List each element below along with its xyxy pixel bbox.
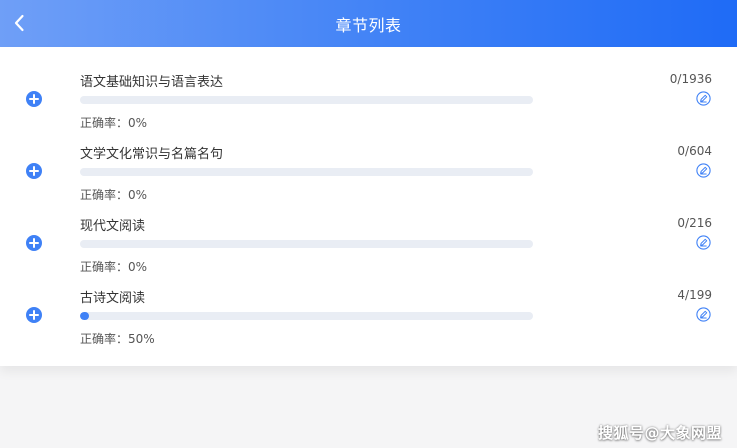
header-bar: 章节列表 — [0, 0, 737, 47]
pencil-circle-icon[interactable] — [696, 163, 711, 178]
chapter-row[interactable]: 现代文阅读 正确率：0% 0/216 — [0, 191, 737, 274]
progress-fill — [80, 312, 90, 320]
chapter-list: 语文基础知识与语言表达 正确率：0% 0/1936 文学文化常识与名篇名句 正确… — [0, 47, 737, 366]
question-count: 0/1936 — [669, 72, 712, 86]
back-button[interactable] — [8, 10, 30, 36]
plus-circle-icon[interactable] — [25, 306, 43, 324]
chapter-row[interactable]: 文学文化常识与名篇名句 正确率：0% 0/604 — [0, 119, 737, 202]
question-count: 0/216 — [677, 216, 712, 230]
pencil-circle-icon[interactable] — [696, 91, 711, 106]
plus-circle-icon[interactable] — [25, 234, 43, 252]
question-count: 0/604 — [677, 144, 712, 158]
chevron-left-icon — [14, 14, 24, 32]
accuracy-label: 正确率： — [80, 332, 129, 346]
chapter-row[interactable]: 古诗文阅读 正确率：50% 4/199 — [0, 263, 737, 346]
accuracy-value: 50% — [128, 332, 155, 346]
chapter-name: 语文基础知识与语言表达 — [80, 75, 224, 90]
chapter-row[interactable]: 语文基础知识与语言表达 正确率：0% 0/1936 — [0, 47, 737, 130]
progress-bar — [80, 96, 533, 104]
watermark-text: 搜狐号@大象网盟 — [598, 424, 723, 442]
pencil-circle-icon[interactable] — [696, 235, 711, 250]
progress-bar — [80, 240, 533, 248]
chapter-name: 文学文化常识与名篇名句 — [80, 147, 224, 162]
chapter-name: 现代文阅读 — [80, 219, 146, 234]
plus-circle-icon[interactable] — [25, 162, 43, 180]
progress-bar — [80, 168, 533, 176]
accuracy-text: 正确率：50% — [80, 330, 155, 347]
question-count: 4/199 — [677, 288, 712, 302]
page-title: 章节列表 — [335, 15, 402, 35]
plus-circle-icon[interactable] — [25, 90, 43, 108]
pencil-circle-icon[interactable] — [696, 307, 711, 322]
progress-bar — [80, 312, 533, 320]
chapter-name: 古诗文阅读 — [80, 291, 146, 306]
